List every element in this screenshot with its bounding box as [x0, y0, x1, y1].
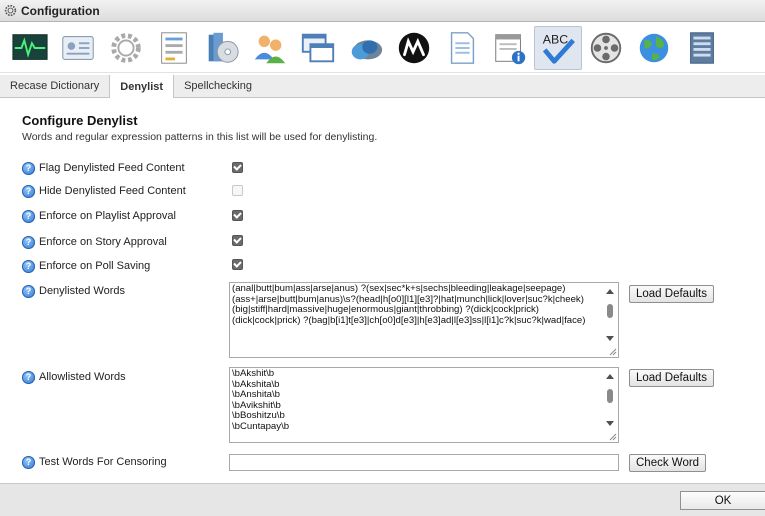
flag-denylisted-checkbox[interactable]	[232, 162, 243, 173]
section-title: Configure Denylist	[22, 113, 138, 128]
help-icon[interactable]: ?	[22, 455, 35, 469]
film-reel-icon[interactable]	[582, 26, 630, 70]
scroll-down-icon[interactable]	[606, 421, 614, 426]
enforce-poll-checkbox[interactable]	[232, 259, 243, 270]
config-toolbar: ABC	[0, 23, 765, 73]
tab-strip: Recase Dictionary Denylist Spellchecking	[0, 75, 765, 98]
scroll-down-icon[interactable]	[606, 336, 614, 341]
title-bar: Configuration	[0, 0, 765, 22]
section-description: Words and regular expression patterns in…	[22, 131, 378, 143]
option-label: Enforce on Playlist Approval	[39, 210, 176, 222]
check-word-button[interactable]: Check Word	[629, 454, 707, 472]
window-title: Configuration	[21, 3, 100, 18]
help-icon[interactable]: ?	[22, 235, 35, 249]
help-icon[interactable]: ?	[22, 161, 35, 175]
test-words-label: Test Words For Censoring	[39, 456, 167, 468]
denylisted-words-label: Denylisted Words	[39, 285, 125, 297]
denylist-panel: Configure Denylist Words and regular exp…	[0, 98, 765, 483]
server-icon[interactable]	[678, 26, 726, 70]
help-icon[interactable]: ?	[22, 259, 35, 273]
globe-icon[interactable]	[630, 26, 678, 70]
option-label: Enforce on Poll Saving	[39, 260, 151, 272]
scroll-up-icon[interactable]	[606, 289, 614, 294]
option-row-flag: ? Flag Denylisted Feed Content	[22, 159, 185, 177]
help-icon[interactable]: ?	[22, 184, 35, 198]
dialog-footer: OK	[0, 483, 765, 516]
denylisted-words-textarea[interactable]: (anal|butt|bum|ass|arse|anus) ?(sex|sec*…	[229, 282, 619, 358]
allowlisted-words-label: Allowlisted Words	[39, 371, 126, 383]
cloud-icon[interactable]	[342, 26, 390, 70]
users-icon[interactable]	[246, 26, 294, 70]
load-defaults-allowlist-button[interactable]: Load Defaults	[629, 369, 714, 387]
m-logo-icon[interactable]	[390, 26, 438, 70]
gear-icon[interactable]	[102, 26, 150, 70]
allowlisted-words-text[interactable]: \bAkshit\b \bAkshita\b \bAnshita\b \bAvi…	[232, 369, 600, 442]
scroll-thumb[interactable]	[607, 389, 613, 403]
id-card-icon[interactable]	[54, 26, 102, 70]
option-row-playlist: ? Enforce on Playlist Approval	[22, 207, 176, 225]
windows-icon[interactable]	[294, 26, 342, 70]
option-row-poll: ? Enforce on Poll Saving	[22, 257, 150, 275]
load-defaults-denylist-button[interactable]: Load Defaults	[629, 285, 714, 303]
enforce-story-checkbox[interactable]	[232, 235, 243, 246]
monitor-icon[interactable]	[6, 26, 54, 70]
spellcheck-icon[interactable]: ABC	[534, 25, 582, 70]
tab-recase-dictionary[interactable]: Recase Dictionary	[0, 75, 109, 97]
option-label: Enforce on Story Approval	[39, 236, 167, 248]
ok-button[interactable]: OK	[680, 491, 765, 510]
option-row-story: ? Enforce on Story Approval	[22, 233, 167, 251]
hide-denylisted-checkbox[interactable]	[232, 185, 243, 196]
scroll-up-icon[interactable]	[606, 374, 614, 379]
help-icon[interactable]: ?	[22, 284, 35, 298]
calendar-info-icon[interactable]	[486, 26, 534, 70]
option-row-hide: ? Hide Denylisted Feed Content	[22, 182, 186, 200]
test-words-row: ? Test Words For Censoring	[22, 453, 167, 471]
form-icon[interactable]	[150, 26, 198, 70]
test-words-input[interactable]	[229, 454, 619, 471]
help-icon[interactable]: ?	[22, 209, 35, 223]
enforce-playlist-checkbox[interactable]	[232, 210, 243, 221]
tab-denylist[interactable]: Denylist	[109, 75, 175, 98]
denylisted-words-row: ? Denylisted Words	[22, 282, 125, 300]
gear-icon	[4, 4, 17, 17]
option-label: Hide Denylisted Feed Content	[39, 185, 186, 197]
document-icon[interactable]	[438, 26, 486, 70]
help-icon[interactable]: ?	[22, 370, 35, 384]
resize-grip-icon[interactable]	[607, 431, 617, 441]
allowlisted-words-row: ? Allowlisted Words	[22, 368, 126, 386]
spellcheck-label: ABC	[543, 32, 568, 46]
scroll-thumb[interactable]	[607, 304, 613, 318]
option-label: Flag Denylisted Feed Content	[39, 162, 185, 174]
allowlisted-words-textarea[interactable]: \bAkshit\b \bAkshita\b \bAnshita\b \bAvi…	[229, 367, 619, 443]
disc-box-icon[interactable]	[198, 26, 246, 70]
denylisted-words-text[interactable]: (anal|butt|bum|ass|arse|anus) ?(sex|sec*…	[232, 284, 600, 357]
tab-spellchecking[interactable]: Spellchecking	[174, 75, 262, 97]
resize-grip-icon[interactable]	[607, 346, 617, 356]
